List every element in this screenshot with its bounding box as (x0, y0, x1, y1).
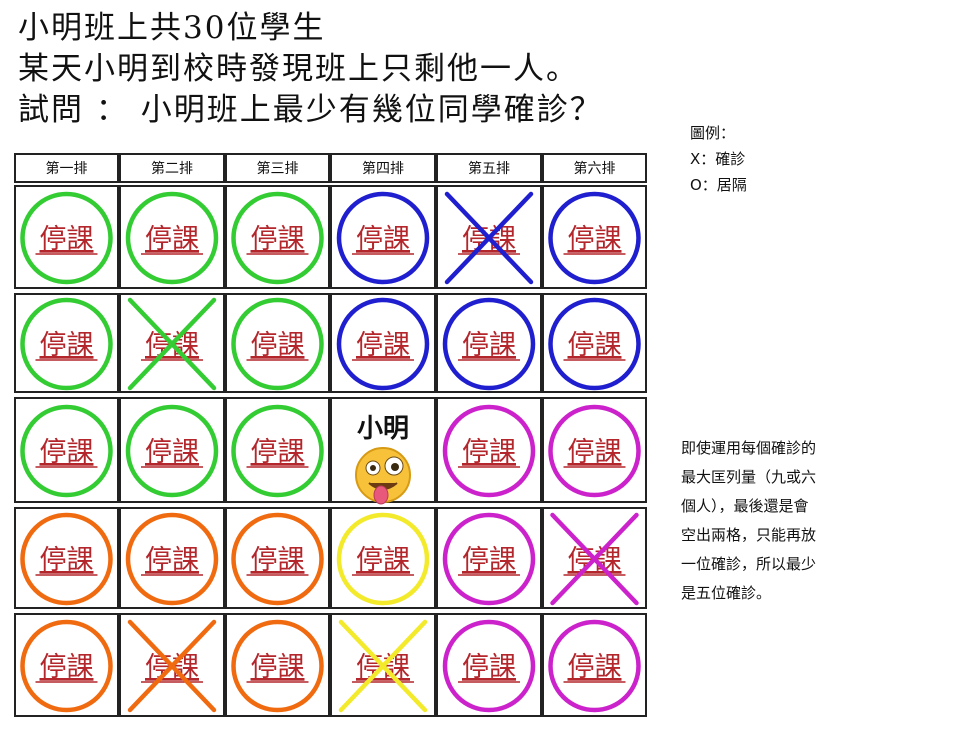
cancelled-class-label: 停課 (462, 545, 516, 576)
cancelled-class-label: 停課 (251, 437, 305, 468)
column-header-label: 第五排 (468, 160, 510, 177)
seating-grid: 第一排 第二排 第三排 第四排 第五排 第六排停課 停課 停課 停課 停課停課 停課 停課 停課 停課停課… (14, 153, 647, 717)
cancelled-class-label: 停課 (40, 437, 94, 468)
cancelled-class-label: 停課 (40, 330, 94, 361)
xiaoming-label: 小明 (357, 414, 409, 444)
cancelled-class-label: 停課 (568, 224, 622, 255)
column-header-label: 第一排 (46, 160, 88, 177)
cancelled-class-label: 停課 (251, 224, 305, 255)
cancelled-class-label: 停課 (462, 330, 516, 361)
cancelled-class-label: 停課 (145, 437, 199, 468)
cancelled-class-label: 停課 (251, 545, 305, 576)
zany-face-pupil-right (391, 463, 399, 471)
cancelled-class-label: 停課 (251, 652, 305, 683)
cancelled-class-label: 停課 (145, 224, 199, 255)
column-header-label: 第二排 (151, 160, 193, 177)
zany-face-tongue (373, 485, 389, 505)
cancelled-class-label: 停課 (251, 330, 305, 361)
column-header-label: 第四排 (362, 160, 404, 177)
cancelled-class-label: 停課 (145, 545, 199, 576)
column-header-label: 第三排 (257, 160, 299, 177)
cancelled-class-label: 停課 (40, 224, 94, 255)
cancelled-class-label: 停課 (356, 545, 410, 576)
cancelled-class-label: 停課 (568, 652, 622, 683)
zany-face-pupil-left (370, 465, 376, 471)
cancelled-class-label: 停課 (568, 437, 622, 468)
cancelled-class-label: 停課 (462, 652, 516, 683)
column-header-label: 第六排 (574, 160, 616, 177)
cancelled-class-label: 停課 (356, 224, 410, 255)
cancelled-class-label: 停課 (462, 437, 516, 468)
cancelled-class-label: 停課 (40, 545, 94, 576)
cancelled-class-label: 停課 (40, 652, 94, 683)
cancelled-class-label: 停課 (568, 330, 622, 361)
cancelled-class-label: 停課 (356, 330, 410, 361)
